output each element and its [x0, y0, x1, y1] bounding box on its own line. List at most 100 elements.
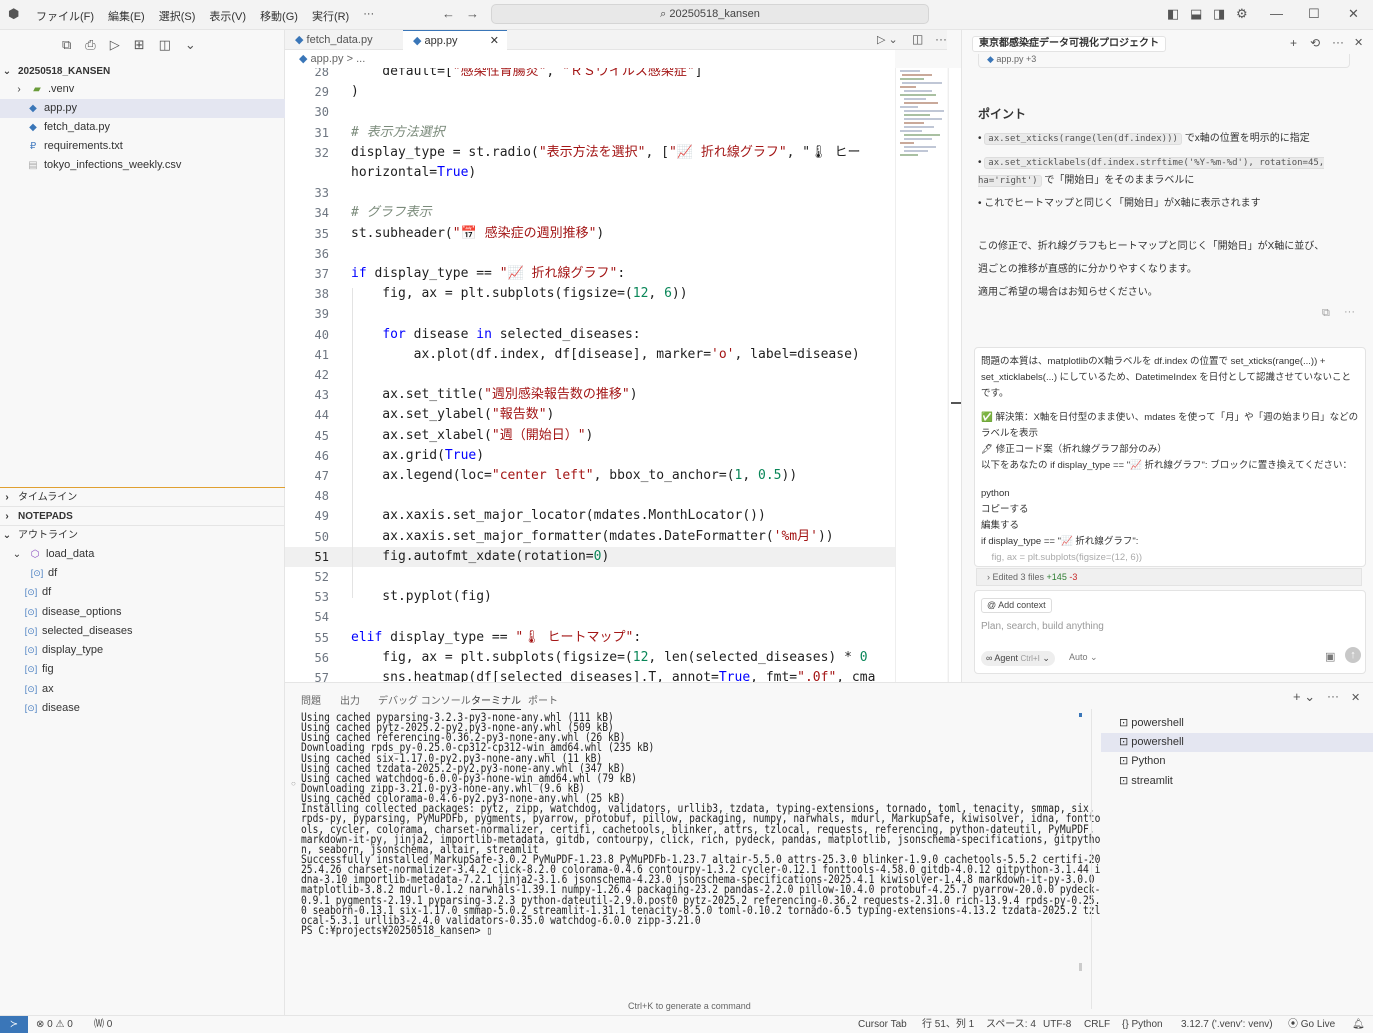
code-line[interactable]: 38 fig, ax = plt.subplots(figsize=(12, 6…: [285, 284, 895, 304]
print-icon[interactable]: ⎙: [85, 37, 95, 53]
agent-mode-selector[interactable]: ∞ Agent Ctrl+I ⌄: [981, 651, 1055, 666]
menu-more[interactable]: ···: [363, 8, 374, 24]
code-line[interactable]: 48: [285, 486, 895, 506]
new-chat-icon[interactable]: +: [1290, 36, 1297, 50]
terminal-list-item[interactable]: ⊡ powershell: [1101, 714, 1373, 733]
code-line[interactable]: 50 ax.xaxis.set_major_formatter(mdates.D…: [285, 527, 895, 547]
close-icon[interactable]: ✕: [1354, 36, 1363, 49]
tab-app-py[interactable]: ◆ app.py ✕: [403, 30, 507, 50]
outline-item-load-data[interactable]: ⌄ ⬡ load_data: [0, 545, 285, 564]
tab-terminal[interactable]: ターミナル: [471, 692, 521, 710]
new-terminal-icon[interactable]: + ⌄: [1293, 689, 1315, 705]
outline-item-disease[interactable]: [⊙] disease: [0, 699, 285, 718]
tab-output[interactable]: 出力: [340, 692, 360, 707]
indentation[interactable]: スペース: 4: [986, 1016, 1036, 1033]
history-icon[interactable]: ⟲: [1310, 36, 1320, 50]
code-line[interactable]: 51 fig.autofmt_xdate(rotation=0): [285, 546, 895, 567]
send-icon[interactable]: ↑: [1345, 647, 1361, 663]
robot-icon[interactable]: ◫: [159, 37, 171, 53]
outline-item-display-type[interactable]: [⊙] display_type: [0, 641, 285, 660]
outline-item-df[interactable]: [⊙] df: [0, 583, 285, 602]
code-line[interactable]: 37 if display_type == "📈 折れ線グラフ":: [285, 264, 895, 284]
code-line[interactable]: 36: [285, 244, 895, 264]
code-line[interactable]: 31 # 表示方法選択: [285, 123, 895, 143]
breadcrumb-file[interactable]: app.py: [311, 53, 344, 65]
terminal-output[interactable]: Using cached pyparsing-3.2.3-py3-none-an…: [301, 712, 1100, 993]
code-line[interactable]: 46 ax.grid(True): [285, 446, 895, 466]
code-line[interactable]: 34 # グラフ表示: [285, 203, 895, 223]
code-line[interactable]: 39: [285, 304, 895, 324]
add-context-button[interactable]: @ Add context: [981, 598, 1052, 613]
encoding[interactable]: UTF-8: [1043, 1016, 1071, 1033]
minimize-icon[interactable]: —: [1270, 6, 1283, 22]
tab-fetch-data[interactable]: ◆ fetch_data.py: [285, 30, 403, 50]
code-line[interactable]: 42: [285, 365, 895, 385]
user-message[interactable]: 問題の本質は、matplotlibのX軸ラベルを df.index の位置で s…: [974, 347, 1366, 567]
run-icon[interactable]: ▷: [110, 37, 120, 53]
code-line[interactable]: 55 elif display_type == "🌡 ヒートマップ":: [285, 628, 895, 648]
minimap[interactable]: [895, 68, 947, 682]
code-line[interactable]: 29): [285, 82, 895, 102]
menu-selection[interactable]: 選択(S): [159, 8, 196, 24]
bell-icon[interactable]: 🔔︎: [1352, 1016, 1365, 1033]
forward-arrow-icon[interactable]: →: [466, 6, 479, 22]
code-line[interactable]: 56 fig, ax = plt.subplots(figsize=(12, l…: [285, 648, 895, 668]
code-line[interactable]: 35 st.subheader("📅 感染症の週別推移"): [285, 224, 895, 244]
notepads-section[interactable]: › NOTEPADS: [0, 506, 285, 525]
menu-edit[interactable]: 編集(E): [108, 8, 145, 24]
outline-section[interactable]: ⌄ アウトライン: [0, 525, 285, 544]
copy-icon[interactable]: ⧉: [62, 37, 71, 53]
menu-run[interactable]: 実行(R): [312, 8, 349, 24]
language-mode[interactable]: {} Python: [1122, 1016, 1163, 1033]
chevron-down-icon[interactable]: ⌄: [185, 37, 196, 53]
code-line[interactable]: 44 ax.set_ylabel("報告数"): [285, 405, 895, 425]
code-line[interactable]: horizontal=True): [285, 163, 895, 183]
code-line[interactable]: 40 for disease in selected_diseases:: [285, 325, 895, 345]
chat-input-placeholder[interactable]: Plan, search, build anything: [981, 621, 1104, 632]
code-line[interactable]: 49 ax.xaxis.set_major_locator(mdates.Mon…: [285, 506, 895, 526]
cursor-position[interactable]: 行 51、列 1: [922, 1016, 974, 1033]
file-context-chip[interactable]: ◆ app.py +3: [978, 54, 1350, 68]
tree-item-csv[interactable]: ▤ tokyo_infections_weekly.csv: [0, 156, 285, 175]
menu-go[interactable]: 移動(G): [260, 8, 298, 24]
code-line[interactable]: 47 ax.legend(loc="center left", bbox_to_…: [285, 466, 895, 486]
outline-item-selected-diseases[interactable]: [⊙] selected_diseases: [0, 622, 285, 641]
split-editor-icon[interactable]: ◫: [912, 32, 923, 46]
breadcrumb-rest[interactable]: > ...: [347, 53, 366, 65]
code-line[interactable]: 30: [285, 102, 895, 122]
command-center-search[interactable]: ⌕ 20250518_kansen: [491, 4, 929, 24]
menu-view[interactable]: 表示(V): [209, 8, 246, 24]
problems-count[interactable]: ⊗ 0 ⚠ 0: [36, 1016, 73, 1033]
tab-debug-console[interactable]: デバッグ コンソール: [378, 692, 471, 707]
cursor-tab-status[interactable]: Cursor Tab: [858, 1016, 907, 1033]
edited-files-bar[interactable]: › Edited 3 files +145 -3: [976, 568, 1362, 586]
gear-icon[interactable]: ⚙: [1236, 6, 1248, 22]
run-file-icon[interactable]: ▷ ⌄: [877, 33, 898, 46]
outline-item-df-local[interactable]: [⊙] df: [0, 564, 285, 583]
timeline-section[interactable]: › タイムライン: [0, 487, 285, 506]
more-icon[interactable]: ···: [935, 32, 947, 46]
chat-input-box[interactable]: @ Add context Plan, search, build anythi…: [974, 590, 1366, 674]
editor-scrollbar[interactable]: [948, 68, 961, 682]
explorer-root[interactable]: ⌄ 20250518_KANSEN: [0, 62, 285, 81]
tree-item-app-py[interactable]: ◆ app.py: [0, 99, 285, 118]
code-line[interactable]: 57 sns.heatmap(df[selected_diseases].T, …: [285, 668, 895, 682]
maximize-icon[interactable]: ☐: [1308, 6, 1320, 22]
tab-problems[interactable]: 問題: [301, 692, 321, 707]
tree-item-venv[interactable]: › ▰ .venv: [0, 80, 285, 99]
outline-item-disease-options[interactable]: [⊙] disease_options: [0, 603, 285, 622]
more-icon[interactable]: ···: [1327, 689, 1339, 703]
copy-icon[interactable]: ⧉: [1322, 307, 1330, 320]
outline-item-fig[interactable]: [⊙] fig: [0, 660, 285, 679]
more-icon[interactable]: ···: [1344, 306, 1355, 318]
code-line[interactable]: 54: [285, 607, 895, 627]
terminal-list-item[interactable]: ⊡ powershell: [1101, 733, 1373, 752]
close-icon[interactable]: ✕: [490, 31, 499, 51]
code-line[interactable]: 52: [285, 567, 895, 587]
extensions-icon[interactable]: ⊞: [134, 37, 145, 53]
toggle-secondary-sidebar-icon[interactable]: ◨: [1213, 6, 1225, 22]
back-arrow-icon[interactable]: ←: [442, 6, 455, 22]
code-line[interactable]: 28 default=["感染性胃腸炎", "ＲＳウイルス感染症"]: [285, 68, 895, 82]
code-line[interactable]: 45 ax.set_xlabel("週（開始日）"): [285, 426, 895, 446]
toggle-panel-icon[interactable]: ⬓: [1190, 6, 1202, 22]
